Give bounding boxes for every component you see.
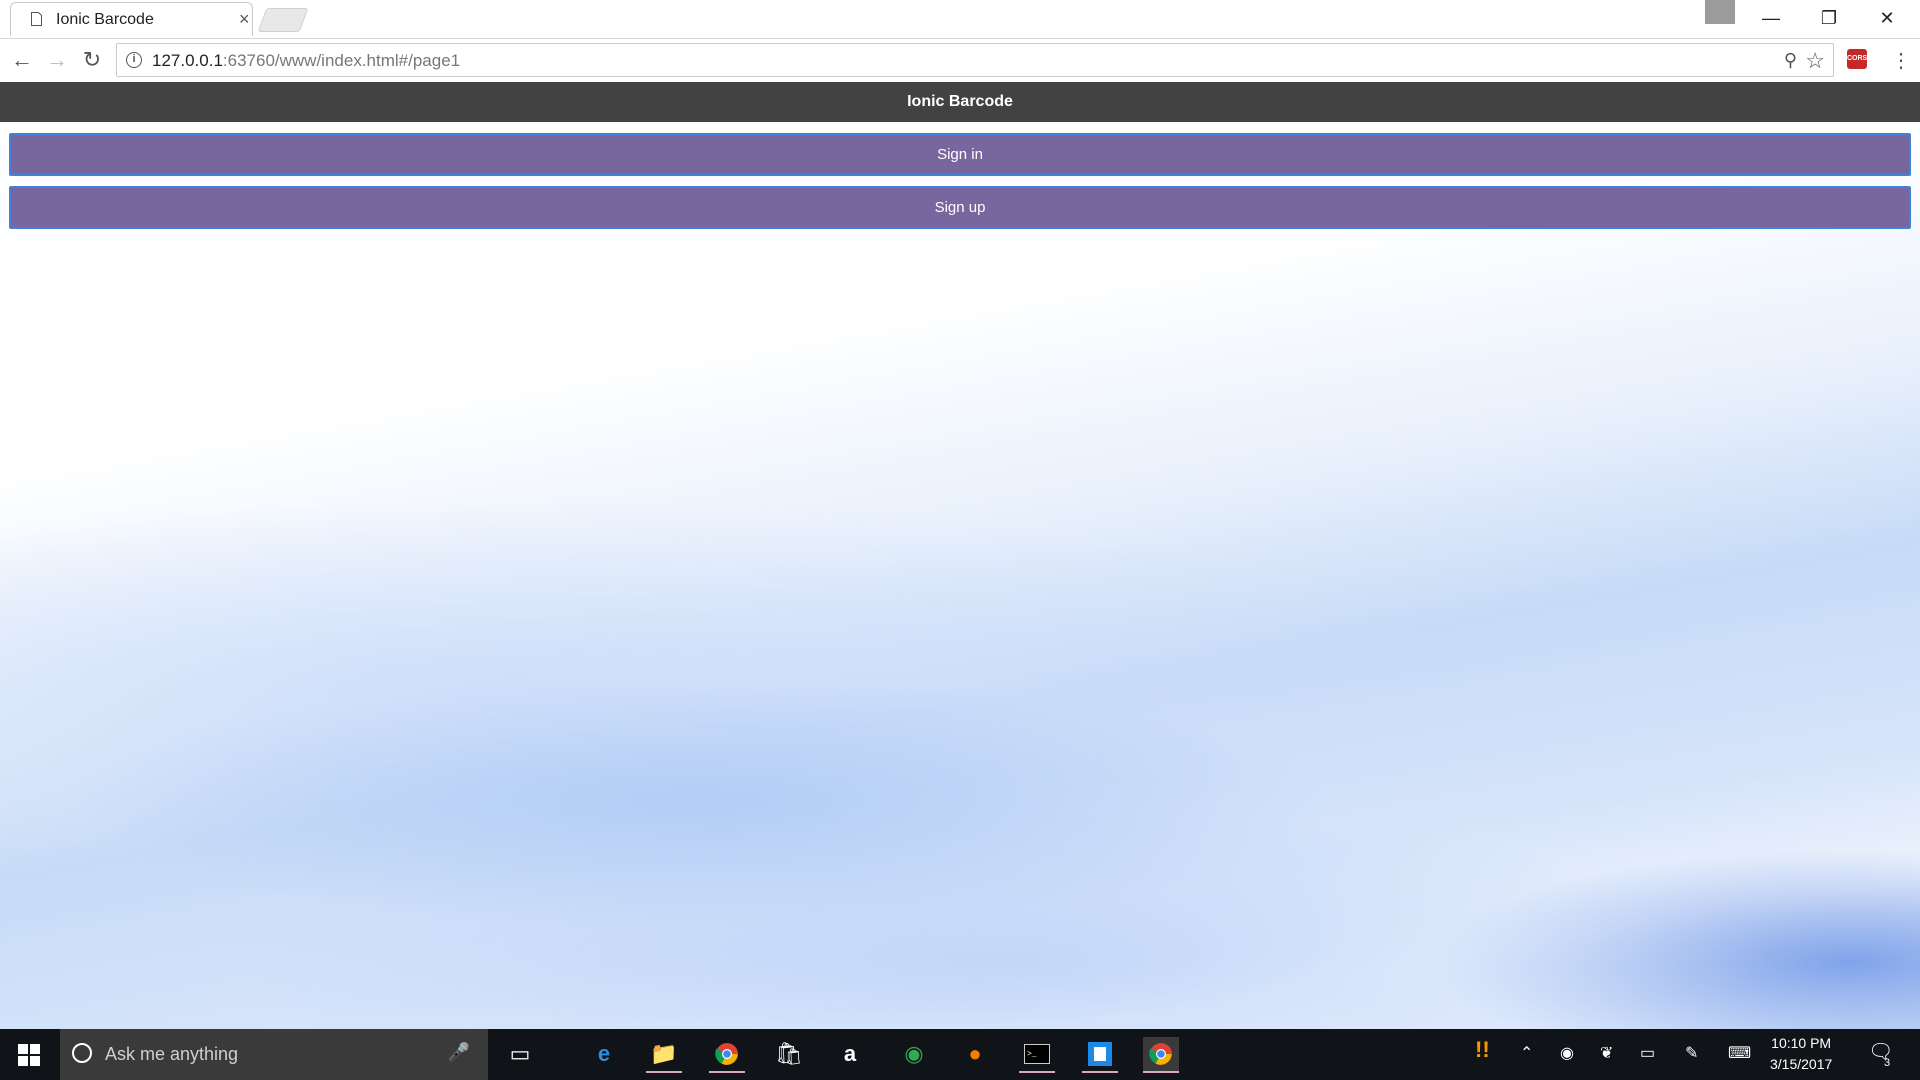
forward-icon[interactable]: → [43,46,71,74]
url-text: 127.0.0.1:63760/www/index.html#/page1 [152,51,461,70]
sign-up-button[interactable]: Sign up [9,186,1911,229]
record-icon[interactable]: ◉ [1560,1043,1574,1063]
zoom-icon[interactable]: ⚲ [1784,50,1797,71]
info-icon[interactable]: i [126,52,142,68]
chrome-active-icon[interactable] [1143,1037,1179,1073]
alert-icon[interactable]: !! [1475,1037,1490,1063]
chevron-up-icon[interactable]: ⌃ [1520,1043,1533,1063]
time-text: 10:10 PM [1771,1035,1832,1051]
back-icon[interactable]: ← [8,46,36,74]
edge-icon[interactable]: e [586,1037,622,1071]
wifi-icon[interactable]: ❦ [1600,1043,1613,1063]
svg-text:>_: >_ [1027,1050,1037,1059]
new-tab-button[interactable] [257,8,309,32]
profile-icon[interactable] [1705,0,1735,24]
chrome-icon[interactable] [709,1037,745,1073]
cortana-search[interactable]: Ask me anything 🎤 [60,1029,488,1080]
minimize-button[interactable]: — [1748,4,1794,32]
tab-close-icon[interactable]: × [239,9,250,30]
store-icon[interactable]: 🛍 [771,1037,807,1071]
app-viewport: Ionic Barcode Sign in Sign up [0,82,1920,1029]
tripadvisor-icon[interactable]: ◉ [896,1037,932,1071]
page-icon [31,12,42,26]
reload-icon[interactable]: ↻ [78,46,106,74]
battery-icon[interactable]: ▭ [1640,1043,1655,1063]
terminal-icon[interactable]: >_ [1019,1037,1055,1073]
browser-menu-icon[interactable]: ⋮ [1891,48,1911,73]
amazon-icon[interactable]: a [832,1037,868,1071]
cors-extension-icon[interactable]: CORS [1847,49,1867,69]
app-icon[interactable] [1082,1037,1118,1073]
sign-in-button[interactable]: Sign in [9,133,1911,176]
keyboard-icon[interactable]: ⌨ [1728,1043,1751,1063]
page-title: Ionic Barcode [907,93,1013,110]
windows-start-icon[interactable] [0,1029,58,1080]
firefox-icon[interactable]: ● [957,1037,993,1071]
microphone-icon[interactable]: 🎤 [448,1042,470,1063]
browser-titlebar: Ionic Barcode × — ❐ ✕ [0,0,1920,39]
bookmark-star-icon[interactable]: ☆ [1805,48,1825,74]
app-header: Ionic Barcode [0,82,1920,122]
restore-button[interactable]: ❐ [1806,4,1852,32]
address-bar[interactable]: i 127.0.0.1:63760/www/index.html#/page1 … [116,43,1834,77]
tab-title: Ionic Barcode [56,11,154,28]
notification-count: 3 [1884,1057,1891,1069]
file-explorer-icon[interactable]: 📁 [646,1037,682,1073]
pen-icon[interactable]: ✎ [1685,1043,1698,1063]
clock[interactable]: 10:10 PM 3/15/2017 [1770,1033,1832,1075]
task-view-icon[interactable]: ▭ [502,1037,538,1071]
search-placeholder: Ask me anything [105,1044,239,1064]
cortana-icon [72,1043,92,1063]
close-window-button[interactable]: ✕ [1864,4,1910,32]
browser-tab[interactable]: Ionic Barcode × [10,2,253,36]
date-text: 3/15/2017 [1770,1056,1833,1072]
taskbar: Ask me anything 🎤 ▭ e 📁 🛍 a ◉ ● >_ !! ⌃ … [0,1029,1920,1080]
